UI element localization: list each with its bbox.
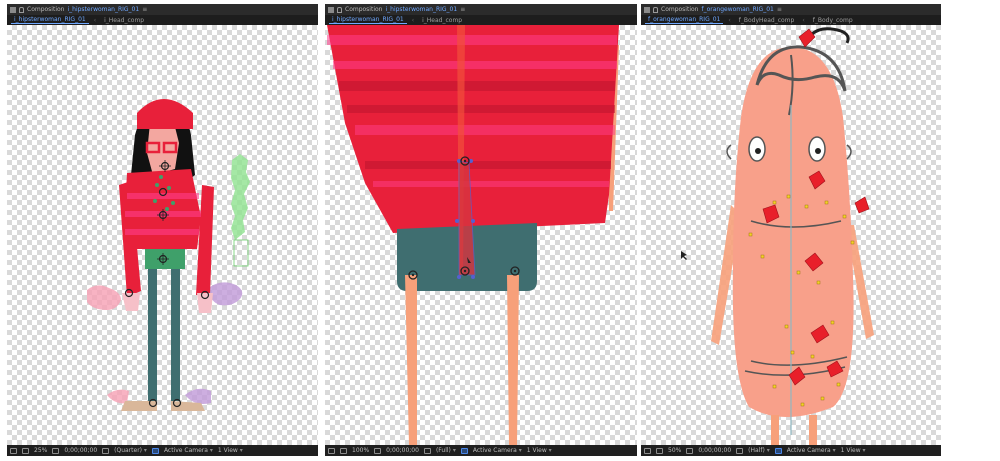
tab-comp[interactable]: i_hipsterwoman_RIG_01 bbox=[11, 16, 89, 24]
close-panel-icon[interactable] bbox=[10, 6, 16, 13]
timecode[interactable]: 0;00;00;00 bbox=[386, 447, 419, 454]
comp-tabbar: i_hipsterwoman_RIG_01 ‹ i_Head_comp bbox=[325, 15, 637, 25]
safe-zones-icon[interactable] bbox=[374, 447, 382, 454]
comp-viewer[interactable] bbox=[7, 25, 318, 445]
panel-menu-icon[interactable]: ≡ bbox=[460, 6, 465, 13]
panel-titlebar: Composition i_hipsterwoman_RIG_01 ≡ bbox=[325, 4, 637, 15]
view-layout-dropdown[interactable]: 1 View bbox=[841, 447, 866, 454]
lock-icon[interactable] bbox=[653, 6, 658, 13]
view-layout-dropdown[interactable]: 1 View bbox=[218, 447, 243, 454]
guides-icon[interactable] bbox=[22, 447, 29, 454]
safe-zones-icon[interactable] bbox=[686, 447, 694, 454]
close-panel-icon[interactable] bbox=[644, 6, 650, 13]
comp-panel-orangewoman-half: Composition f_orangewoman_RIG_01 ≡ f_ora… bbox=[641, 4, 941, 456]
character-hipster-full bbox=[87, 99, 250, 411]
comp-viewer[interactable] bbox=[325, 25, 637, 445]
safe-zones-icon[interactable] bbox=[52, 447, 60, 454]
lock-icon[interactable] bbox=[19, 6, 24, 13]
comp-tabbar: i_hipsterwoman_RIG_01 ‹ i_Head_comp bbox=[7, 15, 318, 25]
panel-comp-name: i_hipsterwoman_RIG_01 bbox=[385, 6, 458, 13]
resolution-dropdown[interactable]: (Half) bbox=[748, 447, 770, 454]
tab-separator: ‹ bbox=[411, 16, 415, 24]
panel-comp-name: i_hipsterwoman_RIG_01 bbox=[67, 6, 140, 13]
viewer-footer: 100% 0;00;00;00 (Full) Active Camera 1 V… bbox=[325, 445, 637, 456]
tab-subcomp[interactable]: i_Head_comp bbox=[419, 17, 465, 24]
comp-viewer[interactable] bbox=[641, 25, 941, 445]
snapshot-icon[interactable] bbox=[736, 447, 744, 454]
panel-titlebar: Composition i_hipsterwoman_RIG_01 ≡ bbox=[7, 4, 318, 15]
always-preview-icon[interactable] bbox=[644, 447, 651, 454]
panel-titlebar: Composition f_orangewoman_RIG_01 ≡ bbox=[641, 4, 941, 15]
camera-dropdown[interactable]: Active Camera bbox=[164, 447, 213, 454]
tab-separator: ‹ bbox=[728, 16, 731, 24]
comp-panel-hipster-full: Composition i_hipsterwoman_RIG_01 ≡ i_hi… bbox=[325, 4, 637, 456]
character-hipster-closeup bbox=[327, 25, 619, 445]
camera-dropdown[interactable]: Active Camera bbox=[787, 447, 836, 454]
viewer-footer: 50% 0;00;00;00 (Half) Active Camera 1 Vi… bbox=[641, 445, 941, 456]
panel-title-prefix: Composition bbox=[27, 6, 65, 13]
always-preview-icon[interactable] bbox=[328, 447, 335, 454]
comp-panel-hipster-quarter: Composition i_hipsterwoman_RIG_01 ≡ i_hi… bbox=[7, 4, 318, 456]
guides-icon[interactable] bbox=[656, 447, 663, 454]
view-layout-dropdown[interactable]: 1 View bbox=[527, 447, 552, 454]
tab-subcomp[interactable]: f_BodyHead_comp bbox=[736, 17, 798, 24]
panel-title-prefix: Composition bbox=[345, 6, 383, 13]
transparency-grid-icon[interactable] bbox=[774, 447, 782, 454]
viewer-footer: 25% 0;00;00;00 (Quarter) Active Camera 1… bbox=[7, 445, 318, 456]
tab-separator: ‹ bbox=[93, 16, 97, 24]
timecode[interactable]: 0;00;00;00 bbox=[64, 447, 97, 454]
camera-dropdown[interactable]: Active Camera bbox=[473, 447, 522, 454]
zoom-level[interactable]: 50% bbox=[668, 447, 681, 454]
panel-title-prefix: Composition bbox=[661, 6, 699, 13]
character-orangewoman bbox=[681, 27, 874, 445]
tab-subcomp[interactable]: f_Body_comp bbox=[810, 17, 856, 24]
resolution-dropdown[interactable]: (Quarter) bbox=[114, 447, 147, 454]
zoom-level[interactable]: 25% bbox=[34, 447, 47, 454]
comp-tabbar: f_orangewoman_RIG_01 ‹ f_BodyHead_comp ‹… bbox=[641, 15, 941, 25]
guides-icon[interactable] bbox=[340, 447, 347, 454]
panel-menu-icon[interactable]: ≡ bbox=[777, 6, 782, 13]
lock-icon[interactable] bbox=[337, 6, 342, 13]
zoom-level[interactable]: 100% bbox=[352, 447, 369, 454]
close-panel-icon[interactable] bbox=[328, 6, 334, 13]
transparency-grid-icon[interactable] bbox=[460, 447, 468, 454]
timecode[interactable]: 0;00;00;00 bbox=[698, 447, 731, 454]
tab-comp[interactable]: f_orangewoman_RIG_01 bbox=[645, 16, 724, 24]
tab-separator: ‹ bbox=[802, 16, 805, 24]
snapshot-icon[interactable] bbox=[423, 447, 431, 454]
panel-comp-name: f_orangewoman_RIG_01 bbox=[701, 6, 774, 13]
snapshot-icon[interactable] bbox=[102, 447, 110, 454]
panel-menu-icon[interactable]: ≡ bbox=[142, 6, 147, 13]
tab-subcomp[interactable]: i_Head_comp bbox=[101, 17, 147, 24]
always-preview-icon[interactable] bbox=[10, 447, 17, 454]
tab-comp[interactable]: i_hipsterwoman_RIG_01 bbox=[329, 16, 407, 24]
resolution-dropdown[interactable]: (Full) bbox=[436, 447, 456, 454]
transparency-grid-icon[interactable] bbox=[151, 447, 159, 454]
